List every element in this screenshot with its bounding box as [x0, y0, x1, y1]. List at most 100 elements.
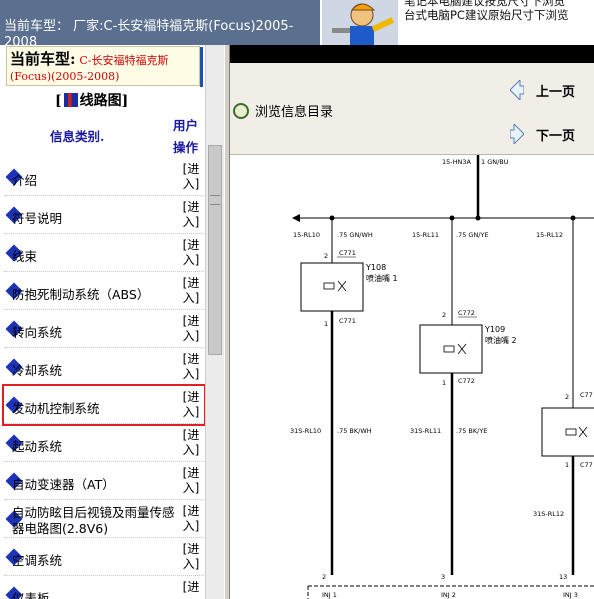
enter-link[interactable]: [进入]: [182, 238, 200, 268]
browse-tip: 笔记本电脑建议按宽尺寸下浏览 台式电脑PC建议原始尺寸下浏览: [404, 0, 594, 45]
next-label: 下一页: [536, 129, 576, 144]
lower-spec: .75 BK/WH: [337, 427, 372, 435]
menu-item-starting[interactable]: 起动系统 [进入]: [4, 424, 204, 462]
connector-label: C77: [580, 391, 593, 399]
current-model-label: 当前车型:: [10, 50, 76, 68]
injector-name: 喷油嘴 2: [485, 335, 517, 345]
enter-link[interactable]: [进入]: [182, 428, 200, 458]
scrollbar-grip: [210, 195, 220, 205]
browse-label: 浏览信息目录: [255, 105, 334, 120]
prev-page-button[interactable]: 上一页: [510, 80, 575, 102]
panel-title-text: 线路图: [79, 93, 122, 109]
column-header-info: 信息类别.: [50, 129, 105, 144]
connector-label: C771: [339, 249, 356, 257]
enter-link[interactable]: [进入]: [182, 200, 200, 230]
menu-item-cooling[interactable]: 冷却系统 [进入]: [4, 348, 204, 386]
menu-label[interactable]: 仪表板: [12, 588, 50, 599]
enter-link[interactable]: [进入]: [182, 276, 200, 306]
menu-label[interactable]: 防抱死制动系统（ABS）: [12, 284, 149, 303]
enter-link[interactable]: [进入]: [182, 504, 200, 534]
injector-id: Y108: [365, 263, 386, 272]
feed-wire-spec: 1 GN/BU: [481, 158, 509, 166]
inj-label: INJ 3: [563, 591, 578, 599]
menu-label[interactable]: 自动防眩目后视镜及雨量传感器电路图(2.8V6): [12, 505, 177, 537]
menu-label[interactable]: 空调系统: [12, 550, 62, 569]
top-banner: 当前车型： 厂家:C-长安福特福克斯(Focus)2005-2008 笔记本电脑…: [0, 0, 594, 45]
col-op-line1: 用户: [173, 118, 199, 133]
menu-item-symbols[interactable]: 符号说明 [进入]: [4, 196, 204, 234]
menu-label[interactable]: 符号说明: [12, 208, 62, 227]
col-op-line2: 操作: [173, 140, 199, 155]
lower-spec: .75 BK/YE: [456, 427, 487, 435]
enter-link[interactable]: [进入]: [182, 466, 200, 496]
inj-label: INJ 2: [441, 591, 456, 599]
prev-label: 上一页: [536, 85, 576, 100]
menu-item-engine-control[interactable]: 发动机控制系统 [进入]: [2, 384, 206, 426]
menu-item-harness[interactable]: 线束 [进入]: [4, 234, 204, 272]
menu-item-steering[interactable]: 转向系统 [进入]: [4, 310, 204, 348]
enter-link[interactable]: [进入]: [182, 542, 200, 572]
menu-label[interactable]: 起动系统: [12, 436, 62, 455]
bottom-pin: 2: [322, 573, 326, 581]
system-menu: 介绍 [进入] 符号说明 [进入] 线束 [进入] 防抱死制动系统（ABS） […: [2, 158, 206, 599]
bus-arrow-icon: [292, 214, 300, 222]
pin-label: 2: [442, 311, 446, 319]
browse-directory-button[interactable]: 浏览信息目录: [233, 101, 333, 121]
injector-y110: [541, 407, 594, 457]
connector-label: C77: [580, 461, 593, 469]
connector-label: C771: [339, 317, 356, 325]
mechanic-mascot-icon: [322, 0, 398, 45]
pin-label: 1: [324, 320, 328, 328]
lower-label: 31S-RL11: [410, 427, 441, 435]
enter-link[interactable]: [进入]: [182, 390, 200, 420]
blue-separator: [200, 47, 203, 87]
circuit-icon: [63, 93, 78, 107]
title-bracket-close: ]: [121, 93, 129, 109]
tip-line-1: 笔记本电脑建议按宽尺寸下浏览: [404, 0, 565, 8]
enter-link[interactable]: [进入]: [182, 352, 200, 382]
scrollbar-thumb[interactable]: [208, 145, 222, 355]
injector-y109: [419, 324, 483, 374]
menu-item-air-conditioning[interactable]: 空调系统 [进入]: [4, 538, 204, 576]
injector-y108: [300, 262, 364, 312]
magnifier-icon: [233, 103, 249, 119]
enter-link[interactable]: [进: [182, 580, 200, 595]
branch1-spec: .75 GN/WH: [337, 231, 373, 239]
bottom-pin: 3: [441, 573, 445, 581]
tip-line-2: 台式电脑PC建议原始尺寸下浏览: [404, 8, 569, 22]
menu-label[interactable]: 自动变速器（AT）: [12, 474, 115, 493]
enter-link[interactable]: [进入]: [182, 314, 200, 344]
title-bracket-open: [: [55, 93, 62, 109]
lower-label: 31S-RL12: [533, 510, 564, 518]
menu-label[interactable]: 介绍: [12, 170, 37, 189]
current-model-banner: 当前车型： 厂家:C-长安福特福克斯(Focus)2005-2008: [0, 0, 320, 45]
inj-label: INJ 1: [322, 591, 337, 599]
current-model-box: 当前车型: C-长安福特福克斯(Focus)(2005-2008): [6, 46, 203, 87]
menu-item-mirror-rain-sensor[interactable]: 自动防眩目后视镜及雨量传感器电路图(2.8V6) [进入]: [4, 500, 204, 538]
menu-label[interactable]: 发动机控制系统: [12, 398, 100, 417]
header-band: [230, 45, 594, 63]
panel-title: [ 线路图]: [55, 90, 128, 110]
menu-item-automatic-transmission[interactable]: 自动变速器（AT） [进入]: [4, 462, 204, 500]
next-page-button[interactable]: 下一页: [510, 124, 575, 146]
arrow-right-icon: [510, 124, 524, 144]
menu-label[interactable]: 转向系统: [12, 322, 62, 341]
menu-item-instrument-panel[interactable]: 仪表板 [进: [4, 576, 204, 599]
connector-label: C772: [458, 377, 475, 385]
menu-item-abs[interactable]: 防抱死制动系统（ABS） [进入]: [4, 272, 204, 310]
left-scrollbar[interactable]: [205, 45, 224, 599]
pin-label: 1: [565, 461, 569, 469]
pin-label: 2: [324, 252, 328, 260]
lower-label: 31S-RL10: [290, 427, 321, 435]
model-line: 当前车型： 厂家:C-长安福特福克斯(Focus)2005-2008: [4, 19, 294, 45]
feed-wire-label: 15-HN3A: [442, 158, 472, 166]
menu-label[interactable]: 线束: [12, 246, 37, 265]
branch2-spec: .75 GN/YE: [456, 231, 489, 239]
splice-dot: [475, 215, 481, 221]
bottom-pin: 13: [559, 573, 567, 581]
enter-link[interactable]: [进入]: [182, 162, 200, 192]
pin-label: 1: [442, 379, 446, 387]
menu-item-intro[interactable]: 介绍 [进入]: [4, 158, 204, 196]
menu-label[interactable]: 冷却系统: [12, 360, 62, 379]
wiring-diagram: 15-HN3A 1 GN/BU 15-RL10 .75 GN/WH 2 C771…: [290, 155, 594, 599]
